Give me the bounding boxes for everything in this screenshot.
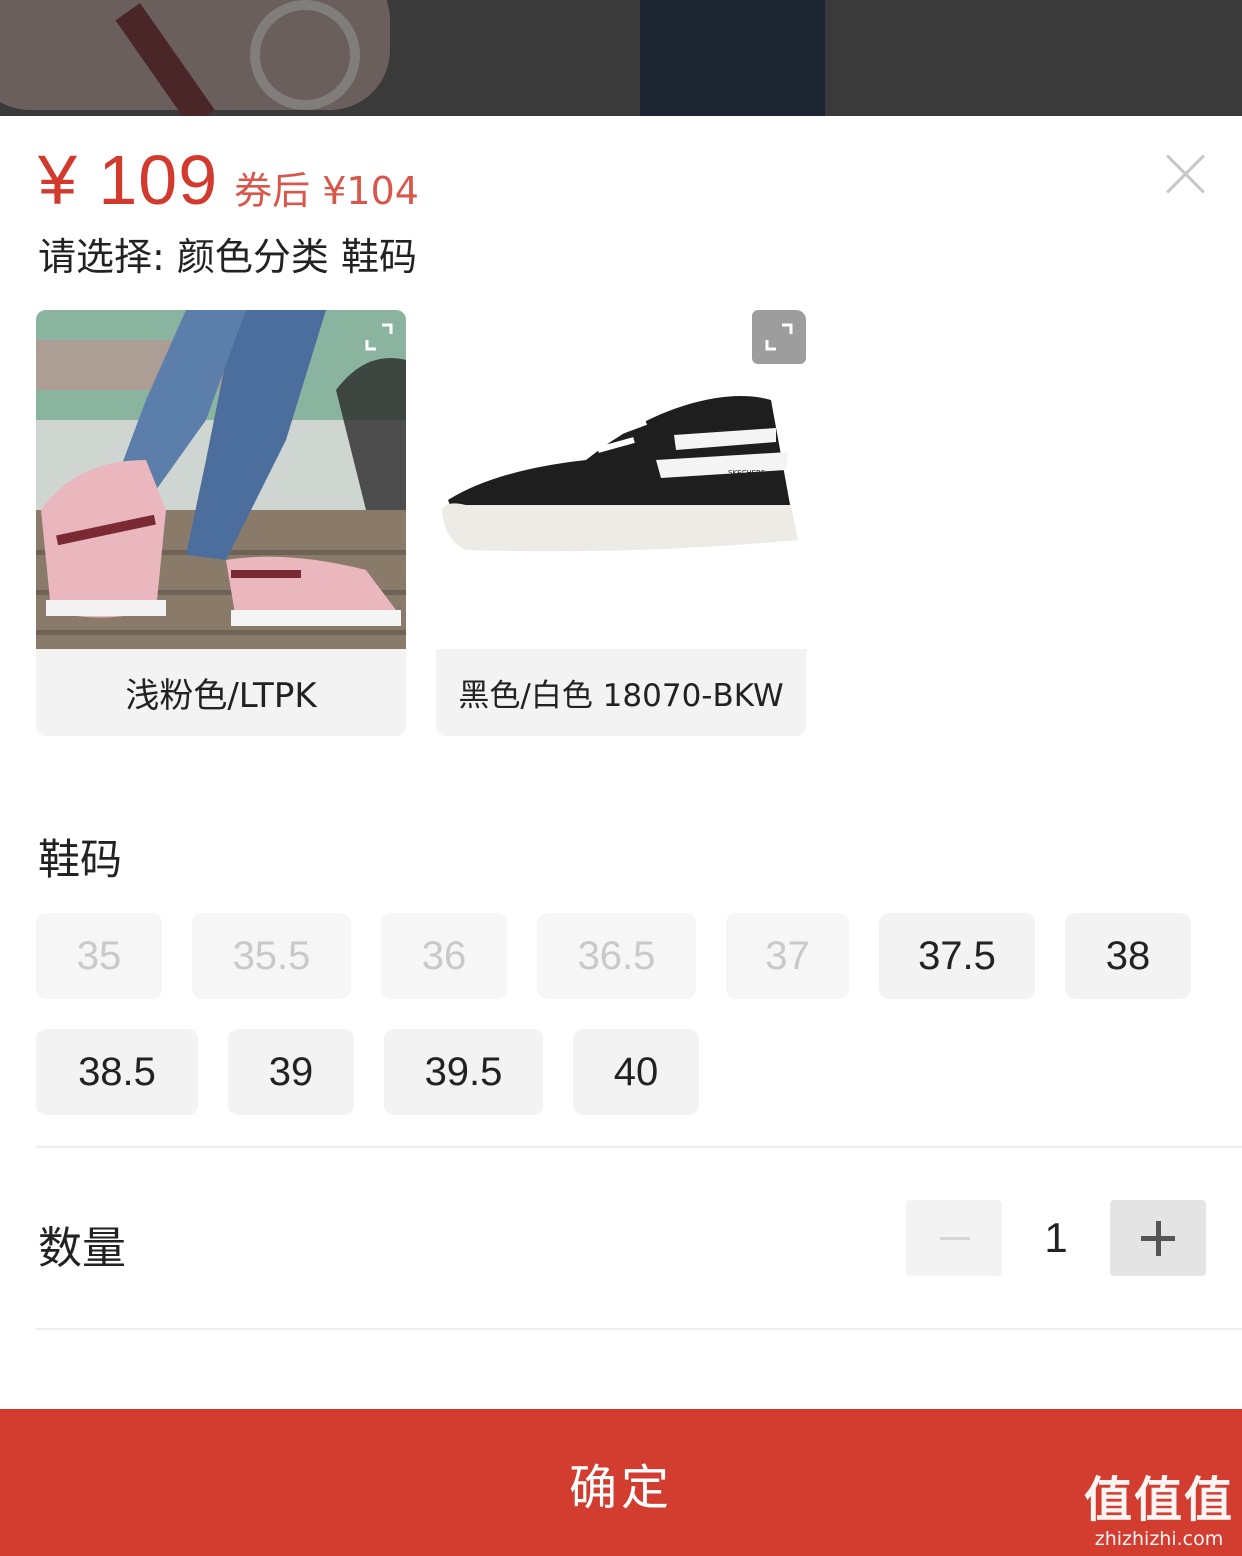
watermark-url: zhizhizhi.com: [1094, 1528, 1224, 1550]
price-row: ¥ 109 券后 ¥104: [38, 140, 419, 220]
quantity-title: 数量: [38, 1223, 126, 1274]
size-section-title: 鞋码: [38, 835, 123, 884]
size-option-36-5[interactable]: 36.5: [537, 913, 696, 999]
black-shoe-image: SKECHERS: [436, 310, 806, 649]
coupon-price: 券后 ¥104: [234, 169, 419, 213]
quantity-decrement-button[interactable]: [906, 1200, 1002, 1276]
size-option-37-5[interactable]: 37.5: [879, 913, 1035, 999]
color-option-label: 浅粉色/LTPK: [125, 676, 317, 716]
size-option-35[interactable]: 35: [36, 913, 162, 999]
confirm-button[interactable]: 确定: [0, 1409, 1242, 1556]
pink-shoe-image: [36, 310, 406, 649]
color-option-bkw[interactable]: SKECHERS 黑色/白色 18070-BKW: [436, 310, 806, 736]
size-option-36[interactable]: 36: [381, 913, 507, 999]
quantity-value[interactable]: 1: [1004, 1200, 1108, 1276]
color-option-label: 黑色/白色 18070-BKW: [458, 678, 784, 714]
watermark-logo: 值值值: [1083, 1472, 1234, 1528]
price-main: ¥ 109: [38, 141, 219, 219]
size-option-38-5[interactable]: 38.5: [36, 1029, 198, 1115]
expand-icon[interactable]: [352, 310, 406, 364]
background-product-photo: [0, 0, 1242, 116]
svg-text:SKECHERS: SKECHERS: [728, 469, 766, 477]
size-option-39[interactable]: 39: [228, 1029, 354, 1115]
size-option-40[interactable]: 40: [573, 1029, 699, 1115]
size-option-37[interactable]: 37: [726, 913, 849, 999]
size-option-39-5[interactable]: 39.5: [384, 1029, 543, 1115]
expand-icon[interactable]: [752, 310, 806, 364]
divider: [36, 1328, 1242, 1330]
size-option-38[interactable]: 38: [1065, 913, 1191, 999]
watermark: 值值值 zhizhizhi.com: [1084, 1472, 1234, 1550]
divider: [36, 1146, 1242, 1148]
close-icon[interactable]: [1164, 152, 1208, 196]
quantity-increment-button[interactable]: [1110, 1200, 1206, 1276]
select-prompt: 请选择: 颜色分类 鞋码: [38, 235, 417, 279]
color-option-ltpk[interactable]: 浅粉色/LTPK: [36, 310, 406, 736]
size-option-35-5[interactable]: 35.5: [192, 913, 351, 999]
sku-selector-sheet: ¥ 109 券后 ¥104 请选择: 颜色分类 鞋码 浅粉色/LTPK SKEC…: [0, 116, 1242, 1556]
